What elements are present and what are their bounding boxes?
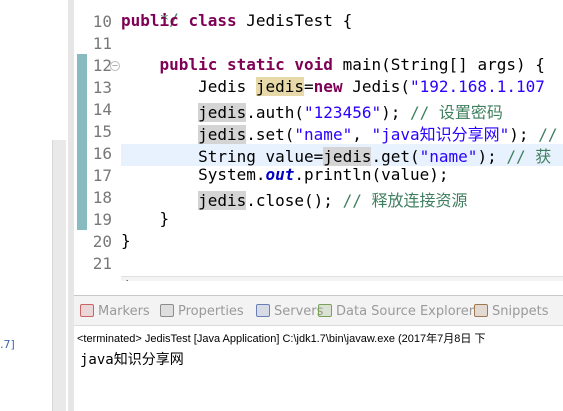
tab-servers[interactable]: Servers [256, 304, 323, 319]
code-token: JedisTest { [246, 11, 353, 30]
code-token: } [121, 231, 131, 250]
view-tab-bar: Markers Properties Servers Data Source Expl… [74, 296, 563, 326]
line-number: 11 [92, 34, 112, 53]
fold-collapse-icon[interactable]: − [110, 61, 120, 71]
line-number: 19 [92, 210, 112, 229]
code-token: .get( [371, 147, 420, 166]
code-line[interactable]: Jedis jedis=new Jedis("192.168.1.107 [121, 77, 545, 96]
line-number-gutter: 10 11 12− 13 14 15 16 17 18 19 20 21 [74, 0, 121, 281]
properties-icon [160, 304, 174, 317]
code-line[interactable]: } [121, 209, 170, 228]
string-literal: "123456" [304, 103, 382, 122]
console-status-text: <terminated> JedisTest [Java Application… [77, 333, 486, 345]
string-literal: "192.168.1.107 [410, 77, 545, 96]
variable-occurrence: jedis [198, 125, 247, 144]
code-token: ); [381, 103, 410, 122]
left-view-scrollbar[interactable] [52, 140, 66, 411]
java-editor[interactable]: 10 11 12−13 14 15 16 17 18 19 20 21 */ public clas… [74, 0, 563, 281]
code-token: ); [477, 147, 507, 166]
code-line[interactable]: jedis.auth("123456"); // 设置密码 [121, 99, 503, 123]
code-token: String value= [121, 147, 324, 166]
data-source-icon [318, 304, 332, 317]
keyword-token: public [159, 55, 227, 74]
string-literal: "java知识分享网" [371, 125, 510, 144]
tab-label: Data Source Explorer [336, 304, 475, 319]
string-literal: "name" [294, 125, 353, 144]
editor-horizontal-scrollbar[interactable]: ◂ [121, 276, 563, 281]
line-number: 21 [92, 254, 112, 273]
comment-text: // 设置密码 [410, 103, 503, 122]
snippets-icon [474, 304, 488, 317]
code-token: } [121, 209, 170, 228]
keyword-token: new [313, 77, 353, 96]
left-view-fragment: .7] [0, 338, 15, 351]
static-field: out [265, 165, 295, 184]
tab-label: Snippets [492, 304, 549, 319]
code-token: ) { [515, 55, 545, 74]
tab-label: Servers [274, 304, 324, 319]
code-line[interactable]: public class JedisTest { [121, 11, 352, 30]
line-number: 18 [92, 188, 112, 207]
code-token: main(String[] [342, 55, 478, 74]
code-token: .println(value); [294, 165, 449, 184]
comment-text: // [538, 125, 558, 144]
variable-occurrence: jedis [323, 147, 372, 166]
line-number: 10 [92, 12, 112, 31]
comment-text: // 释放连接资源 [342, 191, 468, 210]
line-number: 15 [92, 122, 112, 141]
line-number: 14 [92, 100, 112, 119]
keyword-token: class [188, 11, 247, 30]
tab-snippets[interactable]: Snippets [474, 304, 548, 319]
code-token: args [477, 55, 516, 74]
code-line[interactable]: jedis.set("name", "java知识分享网"); // [121, 121, 557, 145]
code-token: , [352, 125, 372, 144]
code-line[interactable]: jedis.close(); // 释放连接资源 [121, 187, 467, 211]
line-number: 17 [92, 166, 112, 185]
tab-data-source-explorer[interactable]: Data Source Explorer [318, 304, 474, 319]
keyword-token: public [121, 11, 189, 30]
keyword-token: void [294, 55, 343, 74]
variable-occurrence: jedis [255, 77, 305, 96]
tab-label: Markers [98, 304, 150, 319]
tab-label: Properties [178, 304, 244, 319]
variable-occurrence: jedis [198, 103, 247, 122]
line-number: 13 [92, 78, 112, 97]
code-line[interactable]: String value=jedis.get("name"); // 获 [121, 143, 551, 167]
markers-icon [80, 304, 94, 317]
line-number: 20 [92, 232, 112, 251]
code-token: Jedis( [352, 77, 410, 96]
left-view-pane: .7] [0, 0, 68, 411]
code-token: Jedis [121, 77, 256, 96]
variable-occurrence: jedis [198, 191, 247, 210]
keyword-token: static [226, 55, 295, 74]
servers-icon [256, 304, 270, 317]
line-number: 12 [92, 56, 112, 75]
code-token: ); [509, 125, 539, 144]
string-literal: "name" [419, 147, 478, 166]
code-token: .auth( [246, 103, 305, 122]
code-line[interactable]: public static void main(String[] args) { [121, 55, 545, 74]
code-line[interactable]: System.out.println(value); [121, 165, 449, 184]
bottom-views-panel: Markers Properties Servers Data Source Expl… [74, 295, 563, 411]
tab-markers[interactable]: Markers [80, 304, 150, 319]
tab-properties[interactable]: Properties [160, 304, 244, 319]
console-output-text[interactable]: java知识分享网 [80, 349, 184, 369]
code-token: System. [121, 165, 266, 184]
comment-text: // 获 [506, 147, 552, 166]
scroll-left-arrow-icon[interactable]: ◂ [123, 277, 128, 281]
code-token: = [304, 77, 314, 96]
code-token: .close(); [246, 191, 343, 210]
code-token: .set( [246, 125, 295, 144]
code-line[interactable]: } [121, 231, 131, 250]
line-number: 16 [92, 144, 112, 163]
